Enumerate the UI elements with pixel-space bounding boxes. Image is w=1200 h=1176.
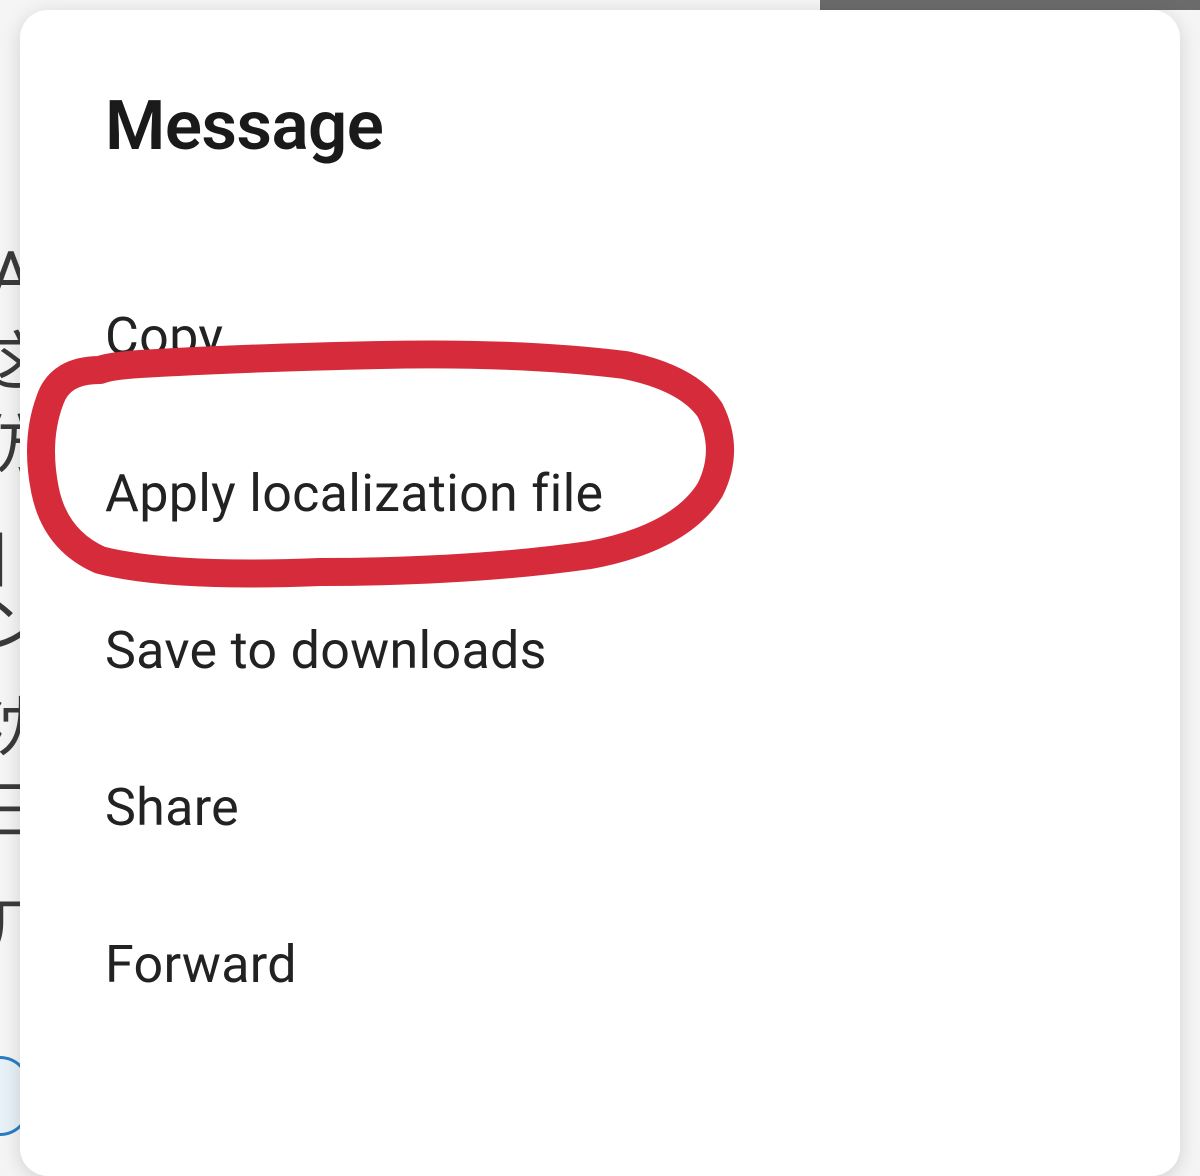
- menu-item-apply-localization[interactable]: Apply localization file: [105, 415, 1095, 572]
- message-dialog: Message Copy Apply localization file Sav…: [20, 10, 1180, 1176]
- menu-item-forward[interactable]: Forward: [105, 886, 1095, 1043]
- menu-item-share[interactable]: Share: [105, 729, 1095, 886]
- menu-item-label: Forward: [105, 934, 297, 995]
- menu-item-label: Apply localization file: [105, 463, 603, 524]
- bg-dark-strip: [820, 0, 1200, 10]
- menu-items-list: Copy Apply localization file Save to dow…: [105, 286, 1095, 1043]
- menu-item-label: Share: [105, 777, 239, 838]
- menu-item-save-downloads[interactable]: Save to downloads: [105, 572, 1095, 729]
- menu-item-label: Copy: [105, 306, 223, 367]
- menu-item-label: Save to downloads: [105, 620, 547, 681]
- menu-item-copy[interactable]: Copy: [105, 286, 1095, 415]
- dialog-title: Message: [105, 85, 1095, 166]
